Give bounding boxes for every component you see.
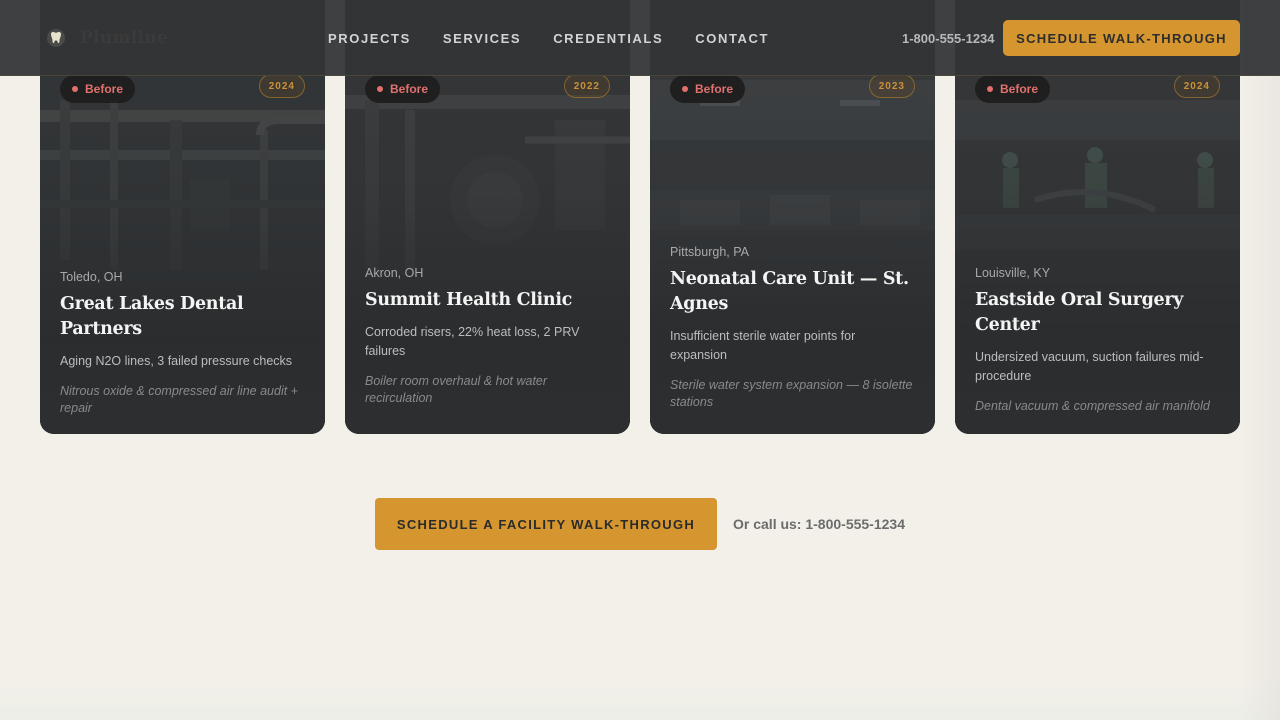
project-scope: Sterile water system expansion — 8 isole…	[670, 378, 913, 409]
nav-projects[interactable]: PROJECTS	[328, 31, 411, 46]
project-problem: Aging N2O lines, 3 failed pressure check…	[60, 354, 293, 368]
schedule-facility-walk-through-button[interactable]: SCHEDULE A FACILITY WALK-THROUGH	[375, 498, 717, 550]
before-label: Before	[695, 82, 734, 96]
project-title: Eastside Oral Surgery Center	[975, 290, 1184, 335]
project-problem: Corroded risers, 22% heat loss, 2 PRV fa…	[365, 325, 580, 358]
before-badge: Before	[365, 75, 441, 103]
before-badge: Before	[60, 75, 136, 103]
year-badge: 2024	[1173, 74, 1220, 98]
main-nav: PROJECTS SERVICES CREDENTIALS CONTACT	[328, 31, 769, 46]
card-body: Toledo, OH Great Lakes Dental Partners A…	[60, 270, 305, 416]
project-title: Great Lakes Dental Partners	[60, 294, 244, 339]
right-edge-fade	[1240, 0, 1280, 720]
project-scope: Nitrous oxide & compressed air line audi…	[60, 384, 298, 415]
header-phone-link[interactable]: 1-800-555-1234	[902, 31, 995, 46]
before-badge: Before	[975, 75, 1051, 103]
nav-contact[interactable]: CONTACT	[695, 31, 769, 46]
before-label: Before	[85, 82, 124, 96]
year-badge: 2023	[868, 74, 915, 98]
status-dot-icon	[682, 86, 688, 92]
status-dot-icon	[987, 86, 993, 92]
year-badge: 2024	[258, 74, 305, 98]
before-label: Before	[1000, 82, 1039, 96]
year-badge: 2022	[563, 74, 610, 98]
project-title: Summit Health Clinic	[365, 290, 573, 310]
tooth-logo-icon	[47, 29, 65, 47]
card-body: Louisville, KY Eastside Oral Surgery Cen…	[975, 266, 1220, 415]
project-location: Toledo, OH	[60, 270, 123, 284]
project-title: Neonatal Care Unit — St. Agnes	[670, 269, 909, 314]
project-location: Akron, OH	[365, 266, 424, 280]
project-location: Louisville, KY	[975, 266, 1051, 280]
brand-logo[interactable]: Plumline	[46, 28, 168, 48]
project-problem: Insufficient sterile water points for ex…	[670, 329, 856, 362]
card-body: Akron, OH Summit Health Clinic Corroded …	[365, 266, 610, 406]
before-badge: Before	[670, 75, 746, 103]
status-dot-icon	[377, 86, 383, 92]
status-dot-icon	[72, 86, 78, 92]
project-scope: Boiler room overhaul & hot water recircu…	[365, 374, 548, 405]
site-header: Plumline PROJECTS SERVICES CREDENTIALS C…	[0, 0, 1280, 76]
nav-services[interactable]: SERVICES	[443, 31, 521, 46]
nav-credentials[interactable]: CREDENTIALS	[553, 31, 663, 46]
schedule-walk-through-button[interactable]: SCHEDULE WALK-THROUGH	[1003, 20, 1240, 56]
project-scope: Dental vacuum & compressed air manifold	[975, 399, 1210, 413]
project-problem: Undersized vacuum, suction failures mid-…	[975, 350, 1204, 383]
project-location: Pittsburgh, PA	[670, 245, 749, 259]
card-body: Pittsburgh, PA Neonatal Care Unit — St. …	[670, 245, 915, 410]
bottom-band	[0, 676, 1280, 720]
brand-name: Plumline	[80, 28, 169, 48]
before-label: Before	[390, 82, 429, 96]
call-us-link[interactable]: Or call us: 1-800-555-1234	[733, 516, 905, 532]
